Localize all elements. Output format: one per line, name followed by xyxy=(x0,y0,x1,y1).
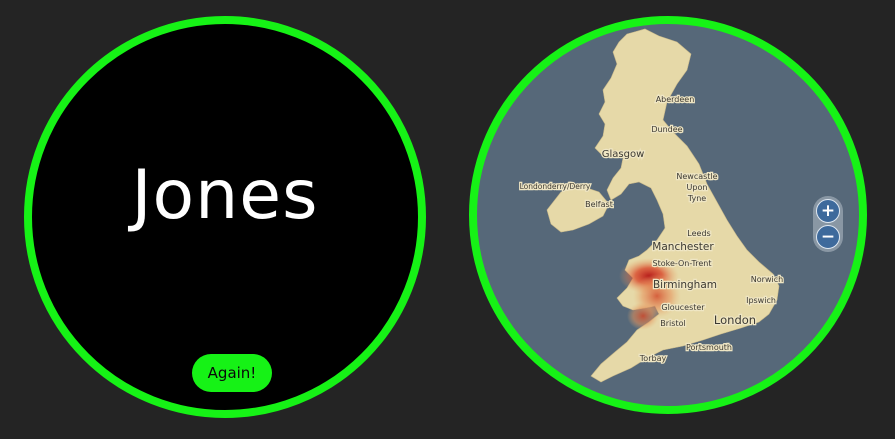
surname-panel: Jones Again! xyxy=(24,16,426,418)
city-label-leeds: Leeds xyxy=(687,229,710,238)
city-label-upon: Upon xyxy=(687,183,708,192)
great-britain-land xyxy=(590,28,780,383)
map-panel[interactable]: Aberdeen Dundee Glasgow Londonderry/Derr… xyxy=(469,16,867,414)
heatmap-blob xyxy=(627,302,659,330)
city-label-london: London xyxy=(714,313,756,327)
city-label-torbay: Torbay xyxy=(639,354,667,363)
city-label-newcastle: Newcastle xyxy=(676,172,717,181)
zoom-in-button[interactable]: + xyxy=(816,199,840,223)
again-button[interactable]: Again! xyxy=(192,354,272,392)
zoom-control: + − xyxy=(813,196,843,252)
city-label-tyne: Tyne xyxy=(687,194,706,203)
city-label-bristol: Bristol xyxy=(660,319,685,328)
surname-text: Jones xyxy=(131,156,319,235)
city-label-gloucester: Gloucester xyxy=(661,303,705,312)
city-label-norwich: Norwich xyxy=(751,275,783,284)
city-label-londonderry: Londonderry/Derry xyxy=(520,182,591,191)
city-label-ipswich: Ipswich xyxy=(746,296,776,305)
zoom-out-button[interactable]: − xyxy=(816,225,840,249)
city-label-birmingham: Birmingham xyxy=(653,279,717,291)
city-label-stoke: Stoke-On-Trent xyxy=(653,259,712,268)
city-label-aberdeen: Aberdeen xyxy=(656,95,695,104)
uk-map[interactable]: Aberdeen Dundee Glasgow Londonderry/Derr… xyxy=(477,24,859,406)
city-label-dundee: Dundee xyxy=(651,125,682,134)
ireland-land xyxy=(546,185,610,233)
city-label-manchester: Manchester xyxy=(652,241,714,253)
city-label-belfast: Belfast xyxy=(585,200,613,209)
city-label-glasgow: Glasgow xyxy=(602,149,645,160)
city-label-portsmouth: Portsmouth xyxy=(686,343,732,352)
app-stage: Jones Again! Aberdeen Dundee Glasgow Lon… xyxy=(0,0,895,439)
